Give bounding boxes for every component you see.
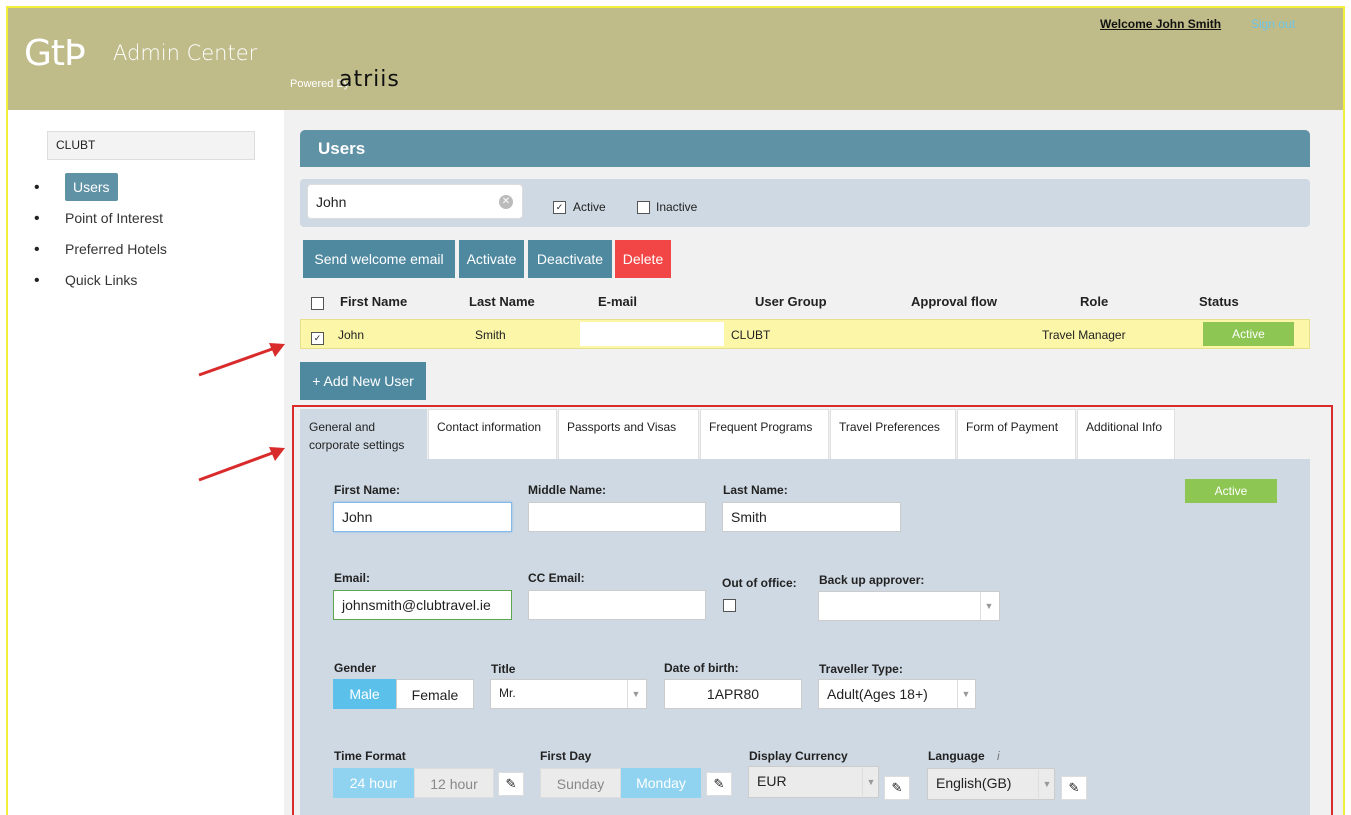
tab-frequent-programs[interactable]: Frequent Programs — [700, 409, 829, 459]
column-header-last-name[interactable]: Last Name — [469, 294, 535, 309]
middle-name-label: Middle Name: — [528, 483, 607, 497]
annotation-arrow-icon — [198, 343, 285, 377]
title-label: Title — [491, 662, 516, 676]
first-day-label: First Day — [540, 749, 592, 763]
status-badge: Active — [1203, 322, 1294, 346]
row-checkbox[interactable]: ✓ — [311, 332, 324, 345]
cc-email-field[interactable] — [528, 590, 706, 620]
column-header-user-group[interactable]: User Group — [755, 294, 827, 309]
table-row[interactable] — [300, 319, 1310, 349]
tab-general-corporate-settings[interactable]: General and corporate settings — [300, 409, 427, 459]
traveller-type-select[interactable]: Adult(Ages 18+) — [818, 679, 976, 709]
cell-first-name: John — [338, 328, 365, 342]
out-of-office-label: Out of office: — [722, 576, 797, 590]
deactivate-button[interactable]: Deactivate — [528, 240, 612, 278]
time-format-label: Time Format — [334, 749, 406, 763]
out-of-office-checkbox[interactable] — [723, 599, 736, 612]
gender-male-button[interactable]: Male — [333, 679, 396, 709]
chevron-down-icon: ▼ — [957, 680, 974, 708]
sidebar-item-preferred-hotels[interactable]: Preferred Hotels — [34, 234, 167, 265]
plus-icon: + — [312, 373, 324, 389]
add-new-user-label: Add New User — [323, 373, 414, 389]
traveller-type-label: Traveller Type: — [819, 662, 903, 676]
user-status-badge[interactable]: Active — [1185, 479, 1277, 503]
gender-label: Gender — [334, 661, 377, 675]
activate-button[interactable]: Activate — [459, 240, 524, 278]
send-welcome-email-button[interactable]: Send welcome email — [303, 240, 455, 278]
cc-email-label: CC Email: — [528, 571, 585, 585]
cell-user-group: CLUBT — [731, 328, 771, 342]
edit-pencil-icon[interactable]: ✎ — [498, 772, 524, 796]
backup-approver-label: Back up approver: — [819, 573, 925, 587]
column-header-status[interactable]: Status — [1199, 294, 1239, 309]
tab-travel-preferences[interactable]: Travel Preferences — [830, 409, 956, 459]
time-12-hour-button[interactable]: 12 hour — [414, 768, 494, 798]
cell-email-redacted — [580, 322, 724, 346]
tab-contact-information[interactable]: Contact information — [428, 409, 557, 459]
tab-passports-visas[interactable]: Passports and Visas — [558, 409, 699, 459]
edit-pencil-icon[interactable]: ✎ — [706, 772, 732, 796]
users-section-title: Users — [300, 130, 1310, 167]
last-name-field[interactable]: Smith — [722, 502, 901, 532]
chevron-down-icon: ▼ — [627, 680, 644, 708]
time-24-hour-button[interactable]: 24 hour — [333, 768, 414, 798]
welcome-user-link[interactable]: Welcome John Smith — [1100, 17, 1221, 31]
sign-out-link[interactable]: Sign out — [1251, 17, 1295, 31]
clear-search-icon[interactable]: ✕ — [499, 195, 513, 209]
date-of-birth-field[interactable]: 1APR80 — [664, 679, 802, 709]
email-label: Email: — [334, 571, 371, 585]
sidebar-item-label: Preferred Hotels — [65, 241, 167, 257]
first-day-sunday-button[interactable]: Sunday — [540, 768, 621, 798]
active-filter-checkbox[interactable]: ✓ — [553, 201, 566, 214]
first-day-monday-button[interactable]: Monday — [621, 768, 701, 798]
sidebar-item-users[interactable]: Users — [34, 172, 167, 203]
edit-pencil-icon[interactable]: ✎ — [1061, 776, 1087, 800]
sidebar-item-label: Point of Interest — [65, 210, 164, 226]
company-field[interactable]: CLUBT — [47, 131, 255, 160]
delete-button[interactable]: Delete — [615, 240, 671, 278]
edit-pencil-icon[interactable]: ✎ — [884, 776, 910, 800]
column-header-first-name[interactable]: First Name — [340, 294, 407, 309]
add-new-user-button[interactable]: + Add New User — [300, 362, 426, 400]
email-field[interactable]: johnsmith@clubtravel.ie — [333, 590, 512, 620]
backup-approver-select[interactable] — [818, 591, 1000, 621]
annotation-arrow-icon — [198, 447, 285, 482]
sidebar-item-label: Quick Links — [65, 272, 138, 288]
gender-female-button[interactable]: Female — [396, 679, 474, 709]
first-name-label: First Name: — [334, 483, 401, 497]
last-name-label: Last Name: — [723, 483, 788, 497]
user-search-input[interactable]: John — [307, 184, 523, 219]
active-filter-label: Active — [573, 200, 606, 214]
sidebar-item-quick-links[interactable]: Quick Links — [34, 265, 167, 296]
column-header-approval-flow[interactable]: Approval flow — [911, 294, 997, 309]
tab-additional-info[interactable]: Additional Info — [1077, 409, 1175, 459]
inactive-filter-label: Inactive — [656, 200, 698, 214]
cell-role: Travel Manager — [1042, 328, 1126, 342]
gtp-logo: GtϷ — [24, 33, 86, 74]
cell-last-name: Smith — [475, 328, 506, 342]
select-all-checkbox[interactable] — [311, 297, 324, 310]
display-currency-select[interactable]: EUR — [748, 766, 879, 798]
language-select[interactable]: English(GB) — [927, 768, 1055, 800]
chevron-down-icon: ▼ — [862, 768, 879, 796]
sidebar-nav: Users Point of Interest Preferred Hotels… — [34, 172, 167, 296]
sidebar-item-point-of-interest[interactable]: Point of Interest — [34, 203, 167, 234]
column-header-email[interactable]: E-mail — [598, 294, 637, 309]
language-label: Language — [928, 749, 985, 763]
middle-name-field[interactable] — [528, 502, 706, 532]
inactive-filter-checkbox[interactable] — [637, 201, 650, 214]
chevron-down-icon: ▼ — [1038, 770, 1055, 798]
date-of-birth-label: Date of birth: — [664, 661, 739, 675]
atriis-logo: atriis — [339, 67, 400, 92]
tab-form-of-payment[interactable]: Form of Payment — [957, 409, 1076, 459]
chevron-down-icon: ▼ — [980, 592, 997, 620]
display-currency-label: Display Currency — [749, 749, 848, 763]
app-title: Admin Center — [113, 41, 258, 65]
title-select[interactable]: Mr. — [490, 679, 647, 709]
first-name-field[interactable]: John — [333, 502, 512, 532]
info-icon[interactable]: i — [997, 749, 1000, 763]
column-header-role[interactable]: Role — [1080, 294, 1108, 309]
sidebar-item-label: Users — [65, 173, 118, 201]
